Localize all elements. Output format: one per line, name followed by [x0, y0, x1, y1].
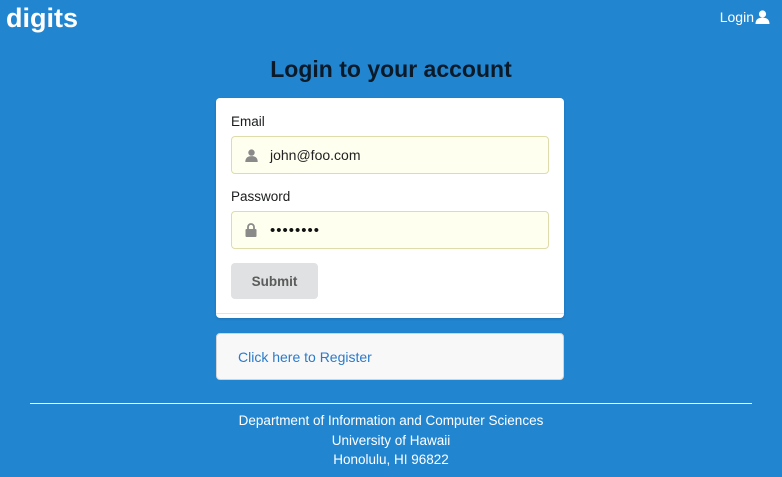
- lock-icon: [232, 223, 270, 237]
- register-link[interactable]: Click here to Register: [238, 349, 372, 365]
- footer-department: Department of Information and Computer S…: [238, 413, 544, 428]
- password-value: ••••••••: [270, 221, 321, 239]
- footer-divider: [30, 403, 752, 404]
- user-icon: [232, 148, 270, 162]
- email-value: john@foo.com: [270, 147, 361, 163]
- page-title: Login to your account: [270, 56, 512, 82]
- login-form: Email john@foo.com Password •••••••• Sub…: [216, 98, 564, 318]
- submit-button[interactable]: Submit: [231, 263, 318, 299]
- nav-login-label: Login: [719, 9, 754, 25]
- user-icon: [755, 10, 770, 24]
- password-label: Password: [231, 189, 291, 204]
- login-page: digits Login Login to your account Email…: [0, 0, 782, 477]
- register-panel: Click here to Register: [216, 333, 564, 380]
- password-field[interactable]: ••••••••: [231, 211, 549, 249]
- footer-university: University of Hawaii: [331, 432, 451, 448]
- email-label: Email: [231, 114, 265, 129]
- footer-address: Honolulu, HI 96822: [333, 452, 449, 467]
- footer: Department of Information and Computer S…: [0, 411, 782, 470]
- email-field[interactable]: john@foo.com: [231, 136, 549, 174]
- nav-login-button[interactable]: Login: [720, 9, 770, 25]
- brand-logo[interactable]: digits: [6, 2, 78, 34]
